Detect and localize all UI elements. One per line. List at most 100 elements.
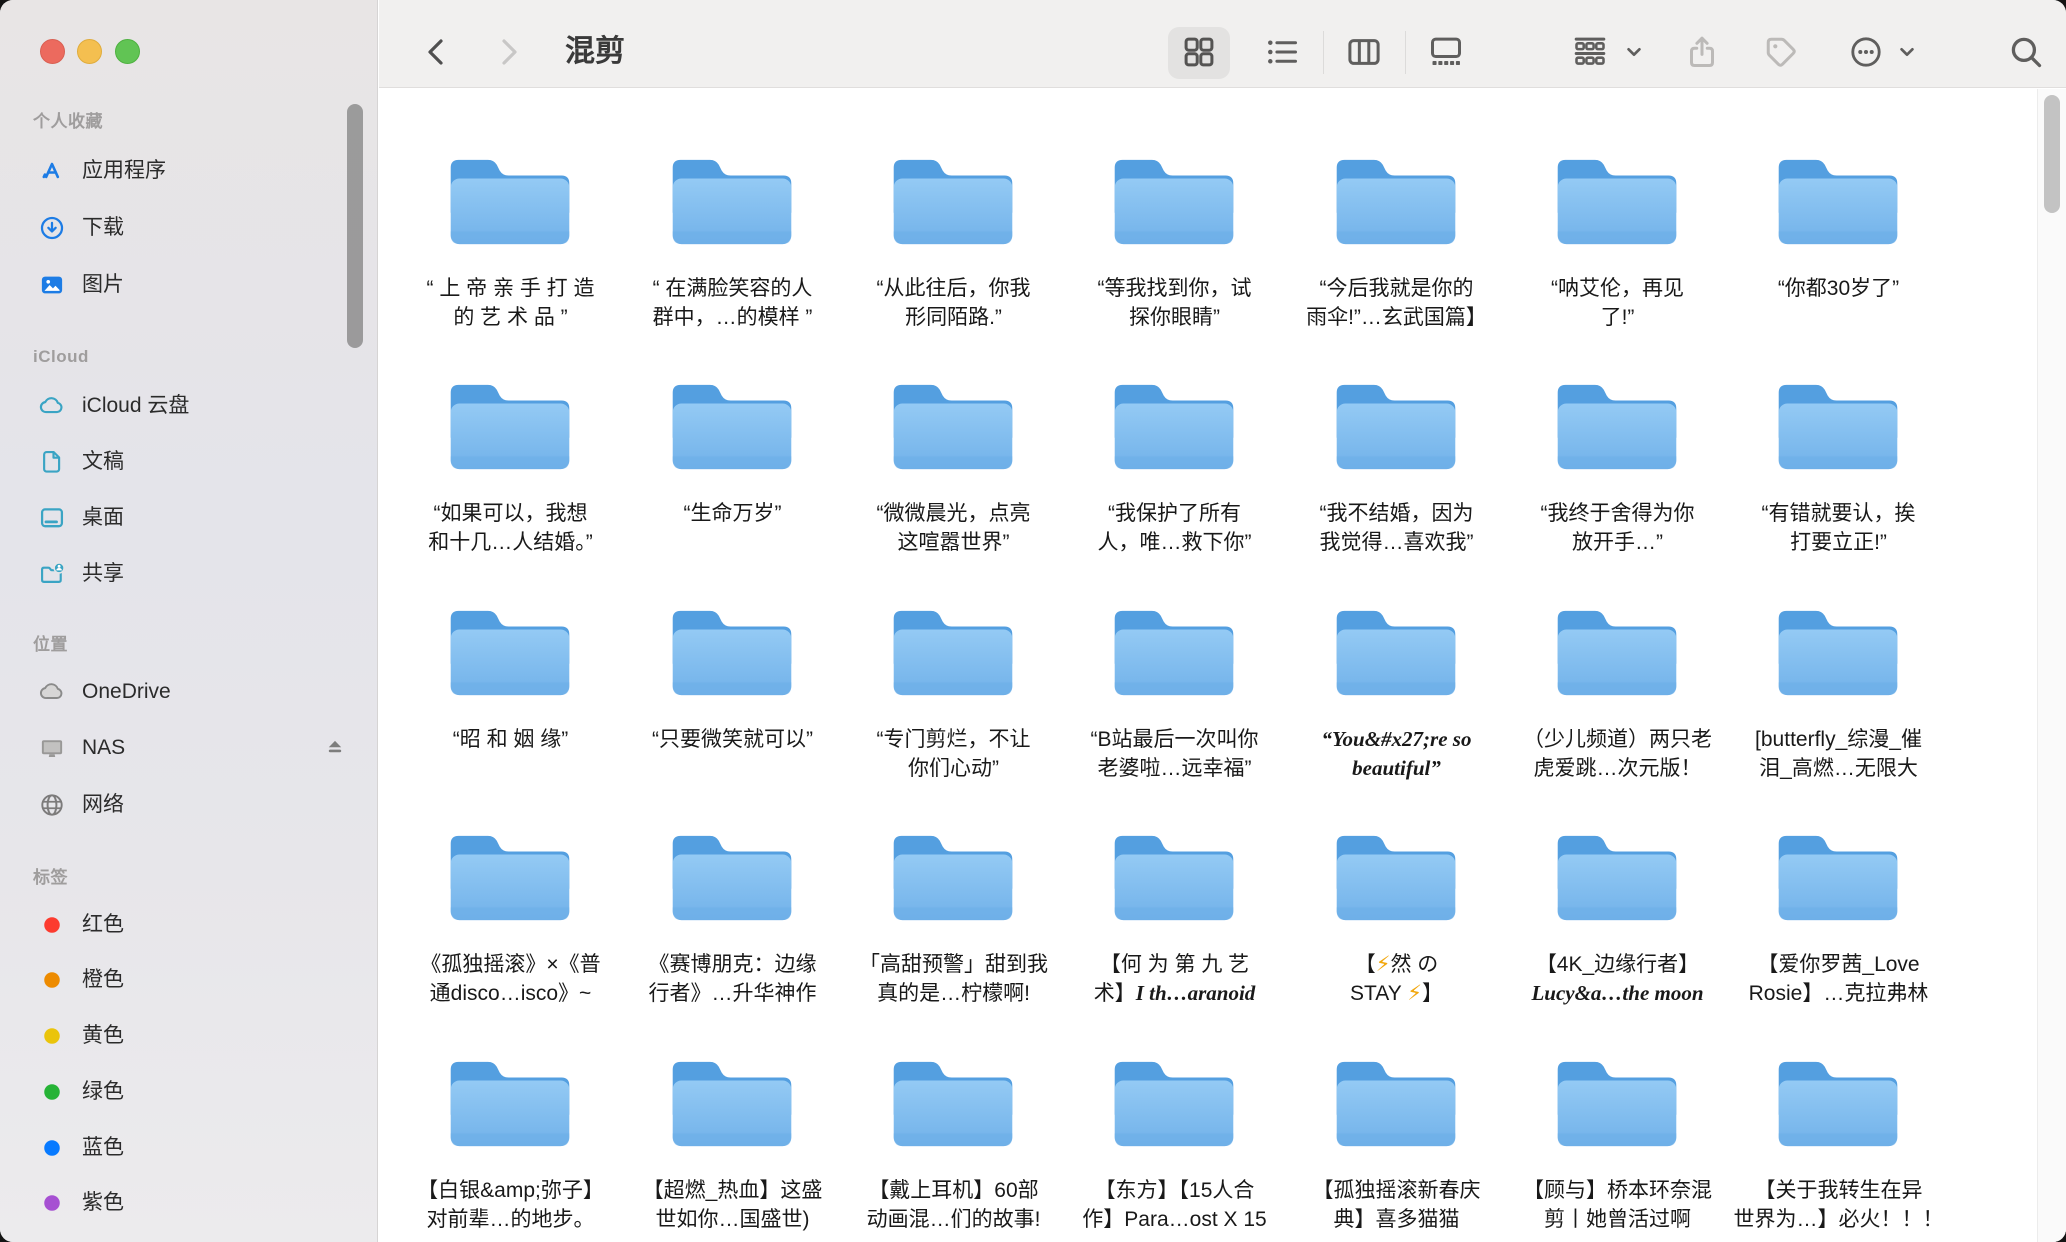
folder-icon: [1776, 377, 1900, 475]
column-view-button[interactable]: [1346, 34, 1382, 70]
list-view-button[interactable]: [1264, 34, 1300, 70]
folder-icon: [1334, 377, 1458, 475]
folder-icon: [891, 377, 1015, 475]
more-options-chevron-down-icon[interactable]: [1894, 39, 1920, 65]
folder-item[interactable]: “B站最后一次叫你老婆啦…远幸福”: [1064, 591, 1285, 817]
folder-icon: [1555, 603, 1679, 701]
share-icon[interactable]: [1684, 34, 1720, 70]
folder-name: “如果可以，我想和十几…人结婚。”: [402, 499, 619, 557]
folder-item[interactable]: 【戴上耳机】60部动画混…们的故事!: [843, 1042, 1064, 1242]
folder-item[interactable]: 【顾与】桥本环奈混剪丨她曾活过啊: [1507, 1042, 1728, 1242]
folder-item[interactable]: “ 上 帝 亲 手 打 造的 艺 术 品 ”: [400, 140, 621, 366]
sidebar-item-tag-green[interactable]: 绿色: [14, 1068, 363, 1116]
sidebar-section-label: iCloud: [33, 345, 89, 369]
folder-item[interactable]: 【何 为 第 九 艺术】I th…aranoid: [1064, 816, 1285, 1042]
folder-icon: [448, 377, 572, 475]
folder-item[interactable]: “等我找到你，试探你眼睛”: [1064, 140, 1285, 366]
folder-item[interactable]: “昭 和 姻 缘”: [400, 591, 621, 817]
folder-name: “B站最后一次叫你老婆啦…远幸福”: [1066, 725, 1283, 783]
window-title: 混剪: [565, 33, 625, 71]
group-by-chevron-down-icon[interactable]: [1621, 39, 1647, 65]
sidebar-item-label: 绿色: [82, 1068, 124, 1116]
folder-item[interactable]: 【爱你罗茜_LoveRosie】…克拉弗林: [1728, 816, 1949, 1042]
sidebar-item-downloads[interactable]: 下载: [14, 204, 363, 252]
folder-item[interactable]: 【4K_边缘行者】Lucy&a…the moon: [1507, 816, 1728, 1042]
folder-item[interactable]: “只要微笑就可以”: [622, 591, 843, 817]
sidebar-item-tag-yellow[interactable]: 黄色: [14, 1012, 363, 1060]
tag-dot-icon: [38, 911, 66, 939]
folder-icon: [1555, 828, 1679, 926]
sidebar-item-documents[interactable]: 文稿: [14, 438, 363, 486]
sidebar-item-label: iCloud 云盘: [82, 382, 189, 430]
folder-item[interactable]: “生命万岁”: [622, 365, 843, 591]
toolbar-separator: [1405, 31, 1406, 74]
sidebar-scrollbar[interactable]: [347, 104, 363, 348]
tag-icon[interactable]: [1763, 34, 1799, 70]
sidebar-item-onedrive[interactable]: OneDrive: [14, 668, 363, 716]
sidebar-item-desktop[interactable]: 桌面: [14, 494, 363, 542]
sidebar-item-tag-purple[interactable]: 紫色: [14, 1179, 363, 1227]
gallery-view-button[interactable]: [1428, 34, 1464, 70]
sidebar-item-network[interactable]: 网络: [14, 781, 363, 829]
group-by-icon[interactable]: [1572, 34, 1608, 70]
folder-item[interactable]: （少儿频道）两只老虎爱跳…次元版！: [1507, 591, 1728, 817]
folder-icon: [1776, 603, 1900, 701]
search-icon[interactable]: [2008, 34, 2044, 70]
sidebar-item-tag-orange[interactable]: 橙色: [14, 956, 363, 1004]
sidebar-item-tag-red[interactable]: 红色: [14, 901, 363, 949]
folder-item[interactable]: 【孤独摇滚新春庆典】喜多猫猫: [1286, 1042, 1507, 1242]
folder-item[interactable]: “专门剪烂，不让你们心动”: [843, 591, 1064, 817]
sidebar-item-label: 橙色: [82, 956, 124, 1004]
tag-dot-icon: [38, 1134, 66, 1162]
forward-button[interactable]: [490, 34, 526, 70]
folder-item[interactable]: “You&#x27;re sobeautiful”: [1286, 591, 1507, 817]
sidebar-item-tag-blue[interactable]: 蓝色: [14, 1124, 363, 1172]
folder-item[interactable]: 《孤独摇滚》×《普通disco…isco》~: [400, 816, 621, 1042]
folder-item[interactable]: 【超燃_热血】这盛世如你…国盛世): [622, 1042, 843, 1242]
folder-item[interactable]: [butterfly_综漫_催泪_高燃…无限大: [1728, 591, 1949, 817]
folder-item[interactable]: “我不结婚，因为我觉得…喜欢我”: [1286, 365, 1507, 591]
sidebar-item-icloud-drive[interactable]: iCloud 云盘: [14, 382, 363, 430]
folder-item[interactable]: “有错就要认，挨打要立正!”: [1728, 365, 1949, 591]
folder-item[interactable]: “我终于舍得为你放开手…”: [1507, 365, 1728, 591]
folder-item[interactable]: “从此往后，你我形同陌路.”: [843, 140, 1064, 366]
folder-icon: [448, 828, 572, 926]
zoom-button[interactable]: [115, 39, 140, 64]
sidebar-item-applications[interactable]: 应用程序: [14, 147, 363, 195]
folder-item[interactable]: 【东方】【15人合作】Para…ost X 15: [1064, 1042, 1285, 1242]
sidebar-item-label: OneDrive: [82, 668, 171, 716]
tag-dot-icon: [38, 1078, 66, 1106]
folder-name: “我不结婚，因为我觉得…喜欢我”: [1288, 499, 1505, 557]
sidebar-item-label: 下载: [82, 204, 124, 252]
folder-item[interactable]: “今后我就是你的雨伞!”…玄武国篇】: [1286, 140, 1507, 366]
globe-icon: [38, 791, 66, 819]
folder-item[interactable]: 【⚡然 のSTAY ⚡】: [1286, 816, 1507, 1042]
folder-item[interactable]: 【关于我转生在异世界为…】必火！！！: [1728, 1042, 1949, 1242]
tag-dot-icon: [38, 966, 66, 994]
folder-icon: [1555, 377, 1679, 475]
sidebar-item-pictures[interactable]: 图片: [14, 261, 363, 309]
content-scrollbar-track[interactable]: [2037, 89, 2066, 1242]
eject-icon[interactable]: [323, 736, 347, 760]
folder-item[interactable]: “我保护了所有人，唯…救下你”: [1064, 365, 1285, 591]
folder-item[interactable]: “呐艾伦，再见了!”: [1507, 140, 1728, 366]
folder-item[interactable]: 《赛博朋克：边缘行者》…升华神作: [622, 816, 843, 1042]
folder-icon: [448, 152, 572, 250]
close-button[interactable]: [40, 39, 65, 64]
more-options-icon[interactable]: [1848, 34, 1884, 70]
icon-view-button[interactable]: [1181, 34, 1217, 70]
minimize-button[interactable]: [77, 39, 102, 64]
folder-item[interactable]: 「高甜预警」甜到我真的是…柠檬啊!: [843, 816, 1064, 1042]
folder-item[interactable]: 【白银&amp;弥子】对前辈…的地步。: [400, 1042, 621, 1242]
onedrive-cloud-icon: [38, 678, 66, 706]
sidebar-item-label: 应用程序: [82, 147, 166, 195]
back-button[interactable]: [419, 34, 455, 70]
sidebar-item-nas[interactable]: NAS: [14, 724, 363, 772]
folder-item[interactable]: “如果可以，我想和十几…人结婚。”: [400, 365, 621, 591]
content-scrollbar-thumb[interactable]: [2044, 95, 2060, 213]
folder-item[interactable]: “微微晨光，点亮这喧嚣世界”: [843, 365, 1064, 591]
folder-item[interactable]: “你都30岁了”: [1728, 140, 1949, 366]
folder-name: 【⚡然 のSTAY ⚡】: [1288, 950, 1505, 1008]
folder-item[interactable]: “ 在满脸笑容的人群中，…的模样 ”: [622, 140, 843, 366]
sidebar-item-shared[interactable]: 共享: [14, 550, 363, 598]
